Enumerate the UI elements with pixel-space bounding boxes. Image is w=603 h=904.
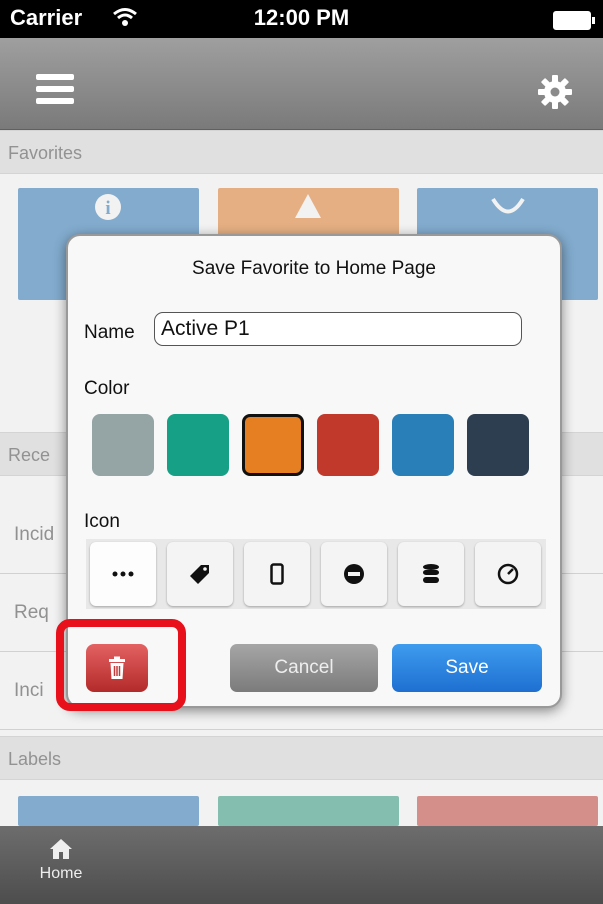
color-swatch-gray[interactable]	[92, 414, 154, 476]
tab-bar: Home	[0, 826, 603, 904]
icon-option-mobile[interactable]	[244, 542, 310, 606]
dialog-title: Save Favorite to Home Page	[192, 258, 436, 279]
minus-circle-icon	[344, 564, 364, 584]
tab-home[interactable]: Home	[26, 838, 96, 883]
icon-picker[interactable]	[86, 539, 546, 609]
color-swatch-red[interactable]	[317, 414, 379, 476]
color-label: Color	[84, 378, 130, 399]
icon-option-minus-circle[interactable]	[321, 542, 387, 606]
icon-label: Icon	[84, 511, 120, 532]
icon-option-tag[interactable]	[167, 542, 233, 606]
tag-icon	[190, 565, 209, 584]
database-icon	[423, 564, 439, 583]
gear-icon[interactable]	[537, 74, 573, 110]
clock: 12:00 PM	[253, 5, 350, 30]
color-swatch-blue[interactable]	[392, 414, 454, 476]
icon-option-dashboard[interactable]	[475, 542, 541, 606]
icon-option-ellipsis[interactable]	[90, 542, 156, 606]
cancel-button[interactable]: Cancel	[230, 644, 378, 692]
color-swatch-navy[interactable]	[467, 414, 529, 476]
battery-icon	[553, 11, 595, 30]
ellipsis-icon	[112, 571, 134, 577]
hamburger-icon[interactable]	[36, 74, 74, 106]
dashboard-icon	[497, 563, 519, 585]
color-swatch-teal[interactable]	[167, 414, 229, 476]
home-icon	[50, 839, 72, 859]
tab-home-label: Home	[39, 865, 83, 882]
name-input[interactable]	[154, 312, 522, 346]
status-bar: Carrier 12:00 PM	[0, 0, 603, 38]
nav-bar	[0, 38, 603, 130]
save-button[interactable]: Save	[392, 644, 542, 692]
color-swatch-orange[interactable]	[242, 414, 304, 476]
mobile-icon	[270, 563, 284, 585]
name-label: Name	[84, 322, 135, 343]
delete-highlight-annotation	[56, 619, 186, 711]
icon-option-database[interactable]	[398, 542, 464, 606]
